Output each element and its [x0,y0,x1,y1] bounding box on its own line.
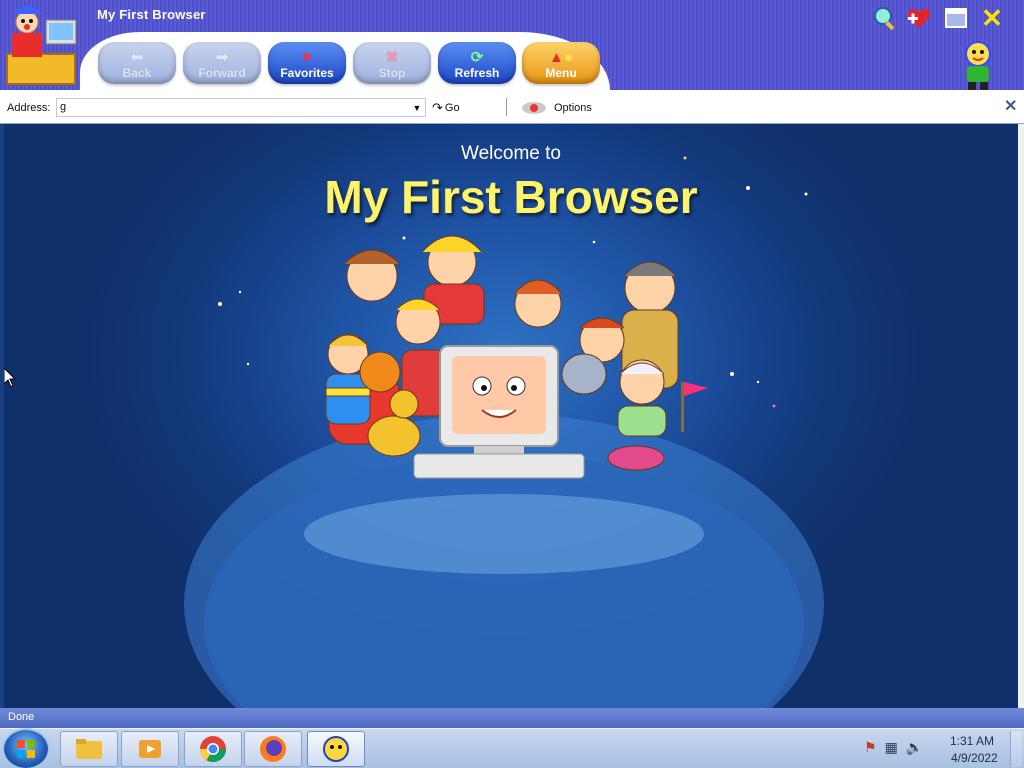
window-title: My First Browser [97,7,206,22]
options-wrench-icon [522,102,546,114]
refresh-label: Refresh [454,66,500,80]
address-dropdown-chevron-icon[interactable]: ▼ [410,99,424,116]
go-arrow-icon: ↷ [432,100,443,115]
windows-logo-icon [17,740,35,758]
heart-plus-icon [908,9,930,28]
go-button[interactable]: ↷ Go [432,100,460,116]
welcome-text: Welcome to [461,143,561,164]
taskbar: ⚑ ▦ 🔈 1:31 AM 4/9/2022 [0,728,1024,768]
show-desktop-button[interactable] [1010,731,1022,767]
taskbar-explorer[interactable] [60,731,118,767]
clown-at-computer-logo-icon [6,6,77,85]
heart-icon: ♥ [302,49,312,66]
options-button[interactable]: Options [520,100,592,116]
computer-illustration [413,345,585,479]
taskbar-my-first-browser[interactable] [307,731,365,767]
start-button[interactable] [4,730,48,768]
favorites-button[interactable]: ♥ Favorites [268,42,346,84]
back-button[interactable]: ⬅ Back [98,42,176,84]
forward-button[interactable]: ➡ Forward [183,42,261,84]
network-icon[interactable]: ▦ [885,739,898,756]
close-button[interactable]: ✕ [978,4,1006,32]
system-tray: ⚑ ▦ 🔈 [864,739,923,756]
magnifier-icon [874,7,895,31]
address-bar: Address: g ▼ ↷ Go Options [0,90,1024,124]
mouse-cursor-icon [4,368,16,388]
title-toolbar-area: My First Browser ⬅ Back ➡ Forward ♥ Favo… [0,0,1024,98]
clock-time[interactable]: 1:31 AM [950,734,994,748]
browser-window: My First Browser ⬅ Back ➡ Forward ♥ Favo… [0,0,1024,768]
folder-icon [76,739,102,759]
taskbar-chrome[interactable] [184,731,242,767]
welcome-page: Welcome to My First Browser [4,124,1018,708]
vertical-scrollbar[interactable] [1018,124,1024,708]
go-label: Go [444,102,460,114]
window-maximize-icon [945,8,967,28]
taskbar-firefox[interactable] [244,731,302,767]
maximize-button[interactable] [942,4,970,32]
page-headline: My First Browser [324,171,698,223]
back-arrow-icon: ⬅ [130,49,144,66]
status-bar: Done [0,708,1024,728]
refresh-icon: ⟳ [470,49,484,66]
stop-button[interactable]: ✖ Stop [353,42,431,84]
forward-label: Forward [198,66,246,80]
address-label: Address: [7,102,51,114]
menu-button[interactable]: ▲● Menu [522,42,600,84]
close-address-bar-icon[interactable]: ✕ [1004,96,1017,116]
options-label: Options [554,102,592,114]
toolbar-divider [506,98,507,116]
stop-x-icon: ✖ [385,49,399,66]
shapes-icon: ▲● [549,49,573,66]
volume-icon[interactable]: 🔈 [906,739,923,756]
firefox-icon [260,736,286,762]
my-first-browser-icon [323,736,349,762]
back-label: Back [122,66,152,80]
stop-label: Stop [378,66,406,80]
chrome-icon [199,736,227,763]
refresh-button[interactable]: ⟳ Refresh [438,42,516,84]
action-center-flag-icon[interactable]: ⚑ [864,739,877,756]
close-x-icon: ✕ [981,3,1003,33]
favorites-label: Favorites [280,66,334,80]
taskbar-media-player[interactable] [121,731,179,767]
forward-arrow-icon: ➡ [215,49,229,66]
search-magnifier-button[interactable] [871,4,899,32]
media-player-icon [139,740,161,758]
add-favorite-button[interactable] [905,4,933,32]
menu-label: Menu [545,66,577,80]
clock-date[interactable]: 4/9/2022 [951,751,998,765]
address-input[interactable]: g [56,98,426,117]
